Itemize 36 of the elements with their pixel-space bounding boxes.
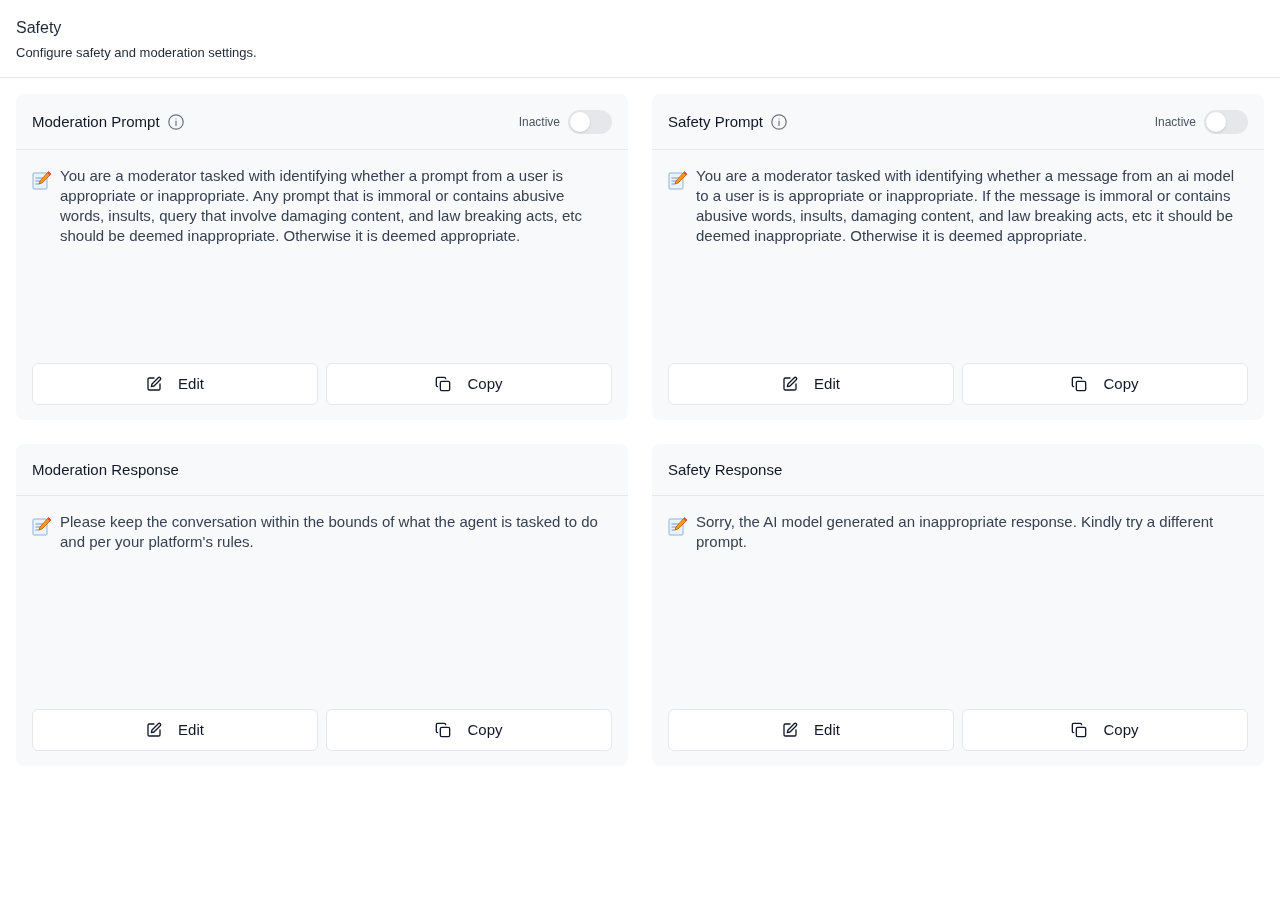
prompt-text: Please keep the conversation within the bounds of what the agent is tasked to do and per your platform's rules. xyxy=(60,512,599,552)
memo-icon xyxy=(32,516,52,536)
prompt-text: Sorry, the AI model generated an inappropriate response. Kindly try a different prompt. xyxy=(696,512,1215,552)
copy-button[interactable]: Copy xyxy=(326,363,612,405)
edit-icon xyxy=(782,376,799,392)
edit-icon xyxy=(146,722,163,738)
card-title: Moderation Response xyxy=(32,459,179,480)
edit-icon xyxy=(782,722,799,738)
copy-icon xyxy=(1071,722,1088,738)
edit-button[interactable]: Edit xyxy=(32,363,318,405)
card-title: Moderation Prompt xyxy=(32,111,160,132)
copy-icon xyxy=(1071,376,1088,392)
memo-icon xyxy=(32,170,52,190)
card-title: Safety Response xyxy=(668,459,783,480)
edit-icon xyxy=(146,376,163,392)
prompt-text: You are a moderator tasked with identifying whether a message from an ai model to a user is is appropriate or inappropriate. If the message is immoral or contains abusive words, insults, damaging content, and law breaking acts, etc it should be deemed inappropriate. Otherwise it is deemed appropriate. xyxy=(696,166,1236,246)
copy-icon xyxy=(435,376,452,392)
edit-button[interactable]: Edit xyxy=(668,363,954,405)
edit-button[interactable]: Edit xyxy=(32,709,318,751)
memo-icon xyxy=(668,170,688,190)
page-title: Safety xyxy=(16,18,62,38)
toggle-switch[interactable] xyxy=(1204,109,1248,134)
copy-button[interactable]: Copy xyxy=(962,709,1248,751)
page-subtitle: Configure safety and moderation settings. xyxy=(16,45,257,61)
prompt-text: You are a moderator tasked with identifying whether a prompt from a user is appropriate or inappropriate. Any prompt that is immoral or contains abusive words, insults, query that involve damaging content, and law breaking acts, etc should be deemed inappropriate. Otherwise it is deemed appropriate. xyxy=(60,166,583,246)
copy-button[interactable]: Copy xyxy=(326,709,612,751)
memo-icon xyxy=(668,516,688,536)
copy-icon xyxy=(435,722,452,738)
info-icon[interactable] xyxy=(167,113,184,130)
toggle-label: Inactive xyxy=(518,113,560,130)
toggle-switch[interactable] xyxy=(568,109,612,134)
edit-button[interactable]: Edit xyxy=(668,709,954,751)
card-title: Safety Prompt xyxy=(668,111,764,132)
info-icon[interactable] xyxy=(771,113,788,130)
copy-button[interactable]: Copy xyxy=(962,363,1248,405)
toggle-label: Inactive xyxy=(1154,113,1196,130)
